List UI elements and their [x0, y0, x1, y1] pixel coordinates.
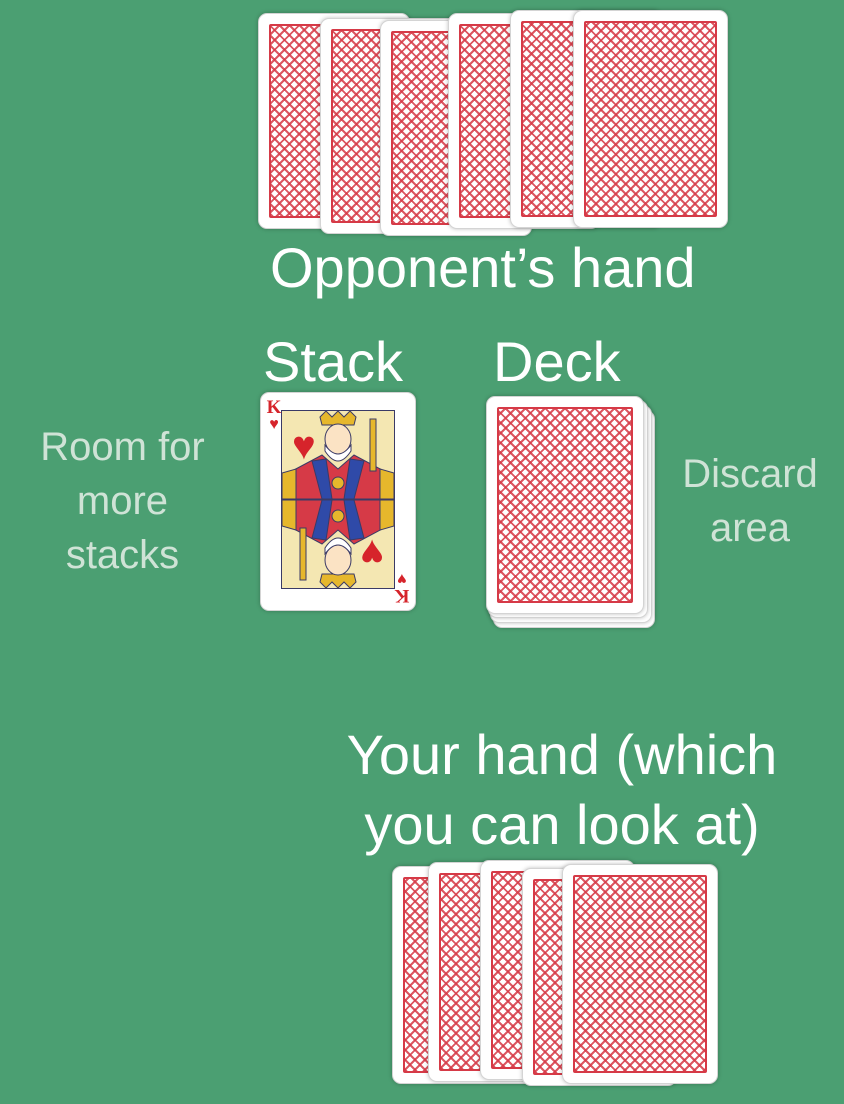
deck-top-card[interactable]	[486, 396, 644, 614]
rank-bottom: K	[394, 585, 410, 606]
room-line-2: more	[76, 479, 169, 523]
king-portrait: ♥ ♥	[281, 410, 395, 589]
stack-label: Stack	[263, 330, 404, 393]
card-back-pattern	[573, 875, 707, 1073]
suit-top-icon: ♥	[269, 416, 279, 433]
room-line-3: stacks	[65, 533, 180, 577]
opponent-card[interactable]	[573, 10, 728, 228]
your-hand-line-1: Your hand (which	[346, 723, 778, 786]
rank-top: K	[266, 397, 282, 418]
your-hand-line-2: you can look at)	[364, 793, 760, 856]
svg-text:♥: ♥	[360, 531, 384, 576]
suit-bottom-icon: ♥	[397, 570, 407, 587]
card-back-pattern	[584, 21, 717, 217]
opponent-hand-label: Opponent’s hand	[270, 236, 696, 299]
king-figure-icon: ♥ ♥	[282, 411, 394, 588]
room-line-1: Room for	[40, 425, 205, 469]
deck-label: Deck	[493, 330, 621, 393]
stack-card-king-of-hearts[interactable]: K ♥ K ♥ ♥ ♥	[260, 392, 416, 611]
room-for-more-stacks-label: Room for more stacks	[20, 420, 225, 582]
bottom-right-corner-index: K ♥	[394, 570, 410, 606]
top-left-corner-index: K ♥	[266, 398, 282, 433]
card-back-pattern	[497, 407, 633, 603]
svg-text:♥: ♥	[292, 423, 316, 468]
discard-line-2: area	[709, 506, 791, 550]
your-hand-label: Your hand (which you can look at)	[330, 720, 794, 860]
discard-line-1: Discard	[682, 452, 818, 496]
your-card[interactable]	[562, 864, 718, 1084]
discard-area-label: Discard area	[665, 447, 835, 555]
